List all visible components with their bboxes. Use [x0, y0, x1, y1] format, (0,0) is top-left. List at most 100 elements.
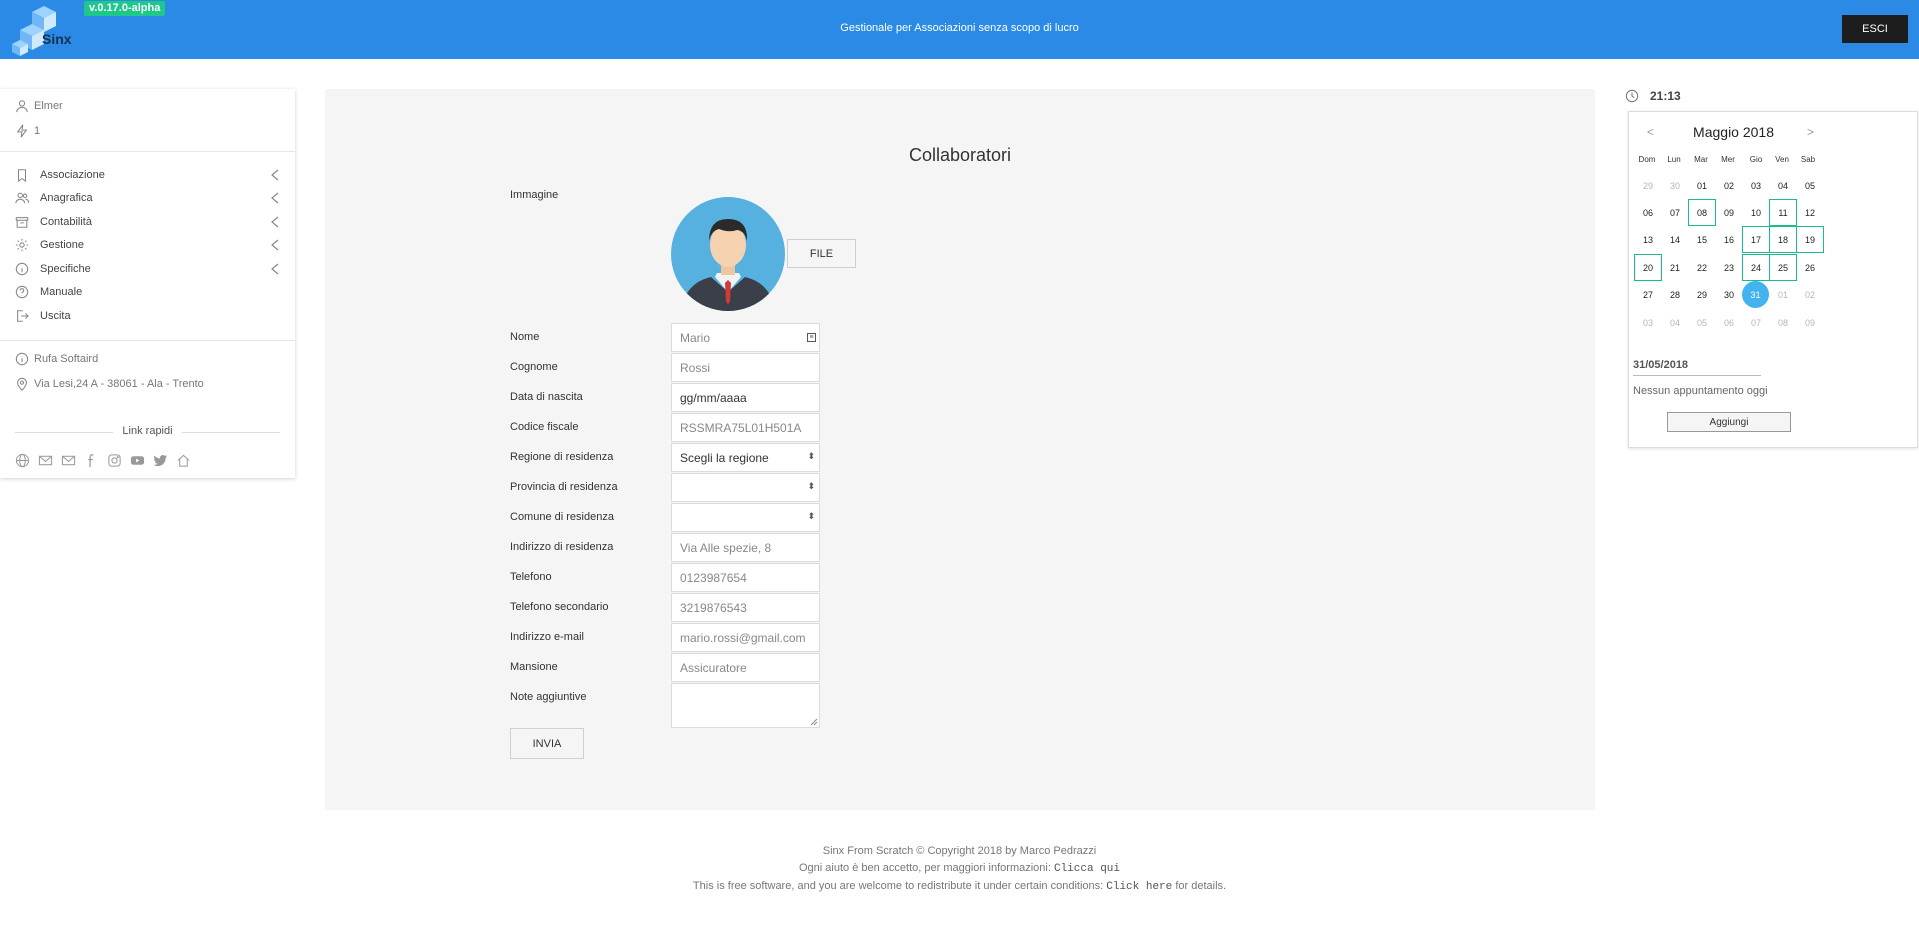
calendar-day[interactable]: 09 — [1796, 309, 1824, 336]
email-placeholder: mario.rossi@gmail.com — [680, 630, 806, 645]
field-label-cognome: Cognome — [510, 361, 558, 373]
calendar-day[interactable]: 22 — [1688, 254, 1716, 281]
logout-button[interactable]: ESCI — [1842, 15, 1908, 43]
footer-help-link[interactable]: Clicca qui — [1054, 863, 1120, 875]
nav-label: Uscita — [40, 310, 71, 322]
nav-label: Associazione — [40, 169, 105, 181]
calendar-day[interactable]: 07 — [1742, 309, 1770, 336]
calendar-day[interactable]: 23 — [1715, 254, 1743, 281]
users-icon — [15, 192, 29, 204]
note-textarea[interactable] — [671, 683, 820, 728]
calendar-day[interactable]: 21 — [1661, 254, 1689, 281]
calendar-day[interactable]: 01 — [1688, 172, 1716, 199]
quick-links-label: Link rapidi — [122, 425, 173, 437]
bookmark-icon — [17, 169, 27, 182]
calendar-day[interactable]: 28 — [1661, 281, 1689, 308]
cognome-input[interactable]: Rossi — [671, 353, 820, 382]
calendar-day[interactable]: 09 — [1715, 199, 1743, 226]
sidebar: Elmer 1 Associazione Anagrafica Contabil… — [0, 89, 295, 478]
calendar-day[interactable]: 26 — [1796, 254, 1824, 281]
calendar-day[interactable]: 27 — [1634, 281, 1662, 308]
calendar-day[interactable]: 04 — [1661, 309, 1689, 336]
calendar-day[interactable]: 16 — [1715, 226, 1743, 253]
twitter-icon[interactable] — [153, 453, 168, 468]
home-icon[interactable] — [176, 453, 191, 468]
calendar-day[interactable]: 24 — [1742, 254, 1770, 281]
calendar-day[interactable]: 06 — [1634, 199, 1662, 226]
globe-icon[interactable] — [15, 453, 30, 468]
mail-icon[interactable] — [61, 453, 76, 468]
nav-item-uscita[interactable]: Uscita — [15, 307, 280, 325]
footer-license-link[interactable]: Click here — [1106, 881, 1172, 893]
codice-fiscale-input[interactable]: RSSMRA75L01H501A — [671, 413, 820, 442]
calendar-day[interactable]: 05 — [1796, 172, 1824, 199]
calendar-day[interactable]: 20 — [1634, 254, 1662, 281]
calendar-day[interactable]: 08 — [1769, 309, 1797, 336]
calendar-day[interactable]: 18 — [1769, 226, 1797, 253]
calendar-day[interactable]: 08 — [1688, 199, 1716, 226]
instagram-icon[interactable] — [107, 453, 122, 468]
footer-copyright: Sinx From Scratch © Copyright 2018 by Ma… — [822, 845, 1097, 857]
calendar-day[interactable]: 30 — [1661, 172, 1689, 199]
email-input[interactable]: mario.rossi@gmail.com — [671, 623, 820, 652]
clock-icon — [1625, 89, 1639, 103]
weekday-label: Lun — [1667, 155, 1681, 164]
calendar-day[interactable]: 01 — [1769, 281, 1797, 308]
mansione-input[interactable]: Assicuratore — [671, 653, 820, 682]
user-row: Elmer — [15, 99, 63, 113]
calendar-day[interactable]: 04 — [1769, 172, 1797, 199]
file-upload-button[interactable]: FILE — [787, 239, 856, 268]
comune-select[interactable] — [671, 503, 820, 532]
calendar-day[interactable]: 02 — [1715, 172, 1743, 199]
calendar-day[interactable]: 06 — [1715, 309, 1743, 336]
nav-item-gestione[interactable]: Gestione — [15, 236, 280, 254]
codice-fiscale-placeholder: RSSMRA75L01H501A — [680, 420, 802, 435]
field-label-note: Note aggiuntive — [510, 691, 587, 703]
calendar-day[interactable]: 02 — [1796, 281, 1824, 308]
telefono-input[interactable]: 0123987654 — [671, 563, 820, 592]
calendar-day[interactable]: 15 — [1688, 226, 1716, 253]
calendar-day[interactable]: 07 — [1661, 199, 1689, 226]
regione-select[interactable]: Scegli la regione — [671, 443, 820, 472]
calendar-day[interactable]: 03 — [1742, 172, 1770, 199]
nav-item-manuale[interactable]: Manuale — [15, 283, 280, 301]
calendar-day-today[interactable]: 31 — [1742, 281, 1769, 308]
submit-button[interactable]: INVIA — [510, 728, 584, 759]
nav-item-anagrafica[interactable]: Anagrafica — [15, 189, 280, 207]
no-appointments-text: Nessun appuntamento oggi — [1633, 385, 1768, 397]
divider — [0, 340, 295, 341]
nome-input[interactable]: Mario ≡ — [671, 323, 820, 352]
calendar-day[interactable]: 30 — [1715, 281, 1743, 308]
next-month-button[interactable]: > — [1807, 125, 1814, 139]
calendar-day[interactable]: 25 — [1769, 254, 1797, 281]
facebook-icon[interactable] — [84, 453, 99, 468]
nav-item-associazione[interactable]: Associazione — [15, 166, 280, 184]
calendar-day[interactable]: 11 — [1769, 199, 1797, 226]
indirizzo-input[interactable]: Via Alle spezie, 8 — [671, 533, 820, 562]
calendar-day[interactable]: 13 — [1634, 226, 1662, 253]
telefono-placeholder: 0123987654 — [680, 570, 747, 585]
calendar-day[interactable]: 17 — [1742, 226, 1770, 253]
calendar-day[interactable]: 12 — [1796, 199, 1824, 226]
field-label-provincia: Provincia di residenza — [510, 481, 618, 493]
nav-item-contabilita[interactable]: Contabilità — [15, 213, 280, 231]
calendar-day[interactable]: 05 — [1688, 309, 1716, 336]
main-panel: Collaboratori Immagine FILE Nome Mario ≡… — [325, 89, 1595, 810]
mail-icon[interactable] — [38, 453, 53, 468]
resize-grip-icon[interactable] — [810, 718, 818, 726]
youtube-icon[interactable] — [130, 453, 145, 468]
calendar-day[interactable]: 10 — [1742, 199, 1770, 226]
add-appointment-button[interactable]: Aggiungi — [1667, 412, 1791, 432]
calendar-day[interactable]: 29 — [1634, 172, 1662, 199]
nome-placeholder: Mario — [680, 330, 711, 345]
data-nascita-input[interactable]: gg/mm/aaaa — [671, 383, 820, 412]
nav-item-specifiche[interactable]: Specifiche — [15, 260, 280, 278]
provincia-select[interactable] — [671, 473, 820, 502]
calendar-day[interactable]: 14 — [1661, 226, 1689, 253]
calendar-day[interactable]: 19 — [1796, 226, 1824, 253]
divider — [0, 151, 295, 152]
calendar-day[interactable]: 29 — [1688, 281, 1716, 308]
calendar-day[interactable]: 03 — [1634, 309, 1662, 336]
telefono-secondario-input[interactable]: 3219876543 — [671, 593, 820, 622]
contact-card-icon[interactable]: ≡ — [807, 333, 816, 342]
